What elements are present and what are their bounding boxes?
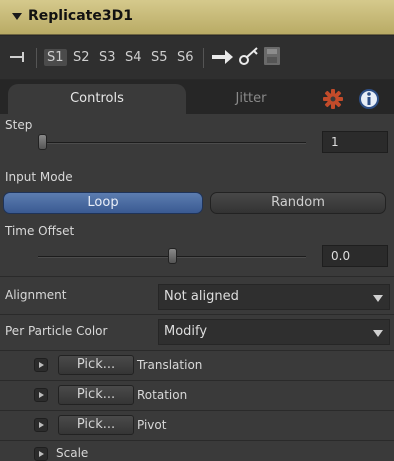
slot-s5[interactable]: S5: [151, 50, 168, 65]
pick-translation-button[interactable]: Pick...: [58, 355, 134, 375]
slot-s1[interactable]: S1: [44, 49, 67, 66]
step-label: Step: [5, 118, 33, 132]
slot-s3[interactable]: S3: [99, 50, 116, 65]
alignment-dropdown[interactable]: Not aligned: [158, 284, 390, 310]
slot-s4[interactable]: S4: [125, 50, 142, 65]
key-icon[interactable]: [238, 45, 260, 67]
toolbar-separator: [36, 48, 37, 68]
gear-icon: [323, 89, 343, 109]
tab-bar: Controls Jitter: [0, 80, 394, 114]
section-divider: [0, 314, 394, 315]
set-key-arrow-icon[interactable]: [212, 49, 234, 65]
section-divider: [0, 276, 394, 277]
expand-triangle-icon[interactable]: [34, 447, 48, 461]
random-button[interactable]: Random: [210, 192, 386, 214]
time-offset-value-field[interactable]: 0.0: [322, 245, 388, 267]
expand-triangle-icon[interactable]: [34, 358, 48, 372]
expand-triangle-icon[interactable]: [34, 388, 48, 402]
per-particle-color-value: Modify: [164, 324, 208, 339]
step-value-field[interactable]: 1: [322, 131, 388, 153]
collapse-arrow-icon[interactable]: [12, 13, 22, 20]
tool-header[interactable]: Replicate3D1: [0, 0, 394, 35]
alignment-value: Not aligned: [164, 289, 239, 304]
scale-label: Scale: [56, 446, 89, 460]
per-particle-color-dropdown[interactable]: Modify: [158, 319, 390, 345]
tool-toolbar: S1 S2 S3 S4 S5 S6: [0, 36, 394, 79]
per-particle-color-label: Per Particle Color: [5, 324, 108, 338]
info-icon: [359, 89, 379, 109]
translation-label: Translation: [137, 358, 203, 372]
toolbar-separator: [203, 48, 204, 68]
time-offset-slider-handle[interactable]: [167, 248, 177, 264]
loop-button[interactable]: Loop: [3, 192, 203, 214]
input-mode-label: Input Mode: [5, 170, 73, 184]
tab-settings[interactable]: [316, 84, 350, 114]
chevron-down-icon: [373, 295, 383, 302]
step-slider-track[interactable]: [38, 142, 306, 144]
tool-title: Replicate3D1: [28, 8, 133, 24]
rotation-label: Rotation: [137, 388, 188, 402]
alignment-label: Alignment: [5, 288, 67, 302]
tab-jitter[interactable]: Jitter: [190, 84, 312, 114]
controls-panel: Step 1 Input Mode Loop Random Time Offse…: [0, 114, 394, 461]
section-divider: [0, 440, 394, 441]
section-divider: [0, 410, 394, 411]
pick-pivot-button[interactable]: Pick...: [58, 415, 134, 435]
step-slider-handle[interactable]: [37, 134, 47, 150]
slot-s2[interactable]: S2: [73, 50, 90, 65]
pick-rotation-button[interactable]: Pick...: [58, 385, 134, 405]
save-disk-icon[interactable]: [264, 47, 280, 65]
tab-controls[interactable]: Controls: [8, 84, 186, 114]
expand-triangle-icon[interactable]: [34, 418, 48, 432]
slot-s6[interactable]: S6: [177, 50, 194, 65]
pivot-label: Pivot: [137, 418, 167, 432]
chevron-down-icon: [373, 330, 383, 337]
section-divider: [0, 350, 394, 351]
time-offset-label: Time Offset: [5, 224, 75, 238]
section-divider: [0, 380, 394, 381]
pin-icon[interactable]: [10, 50, 28, 64]
tab-info[interactable]: [352, 84, 386, 114]
